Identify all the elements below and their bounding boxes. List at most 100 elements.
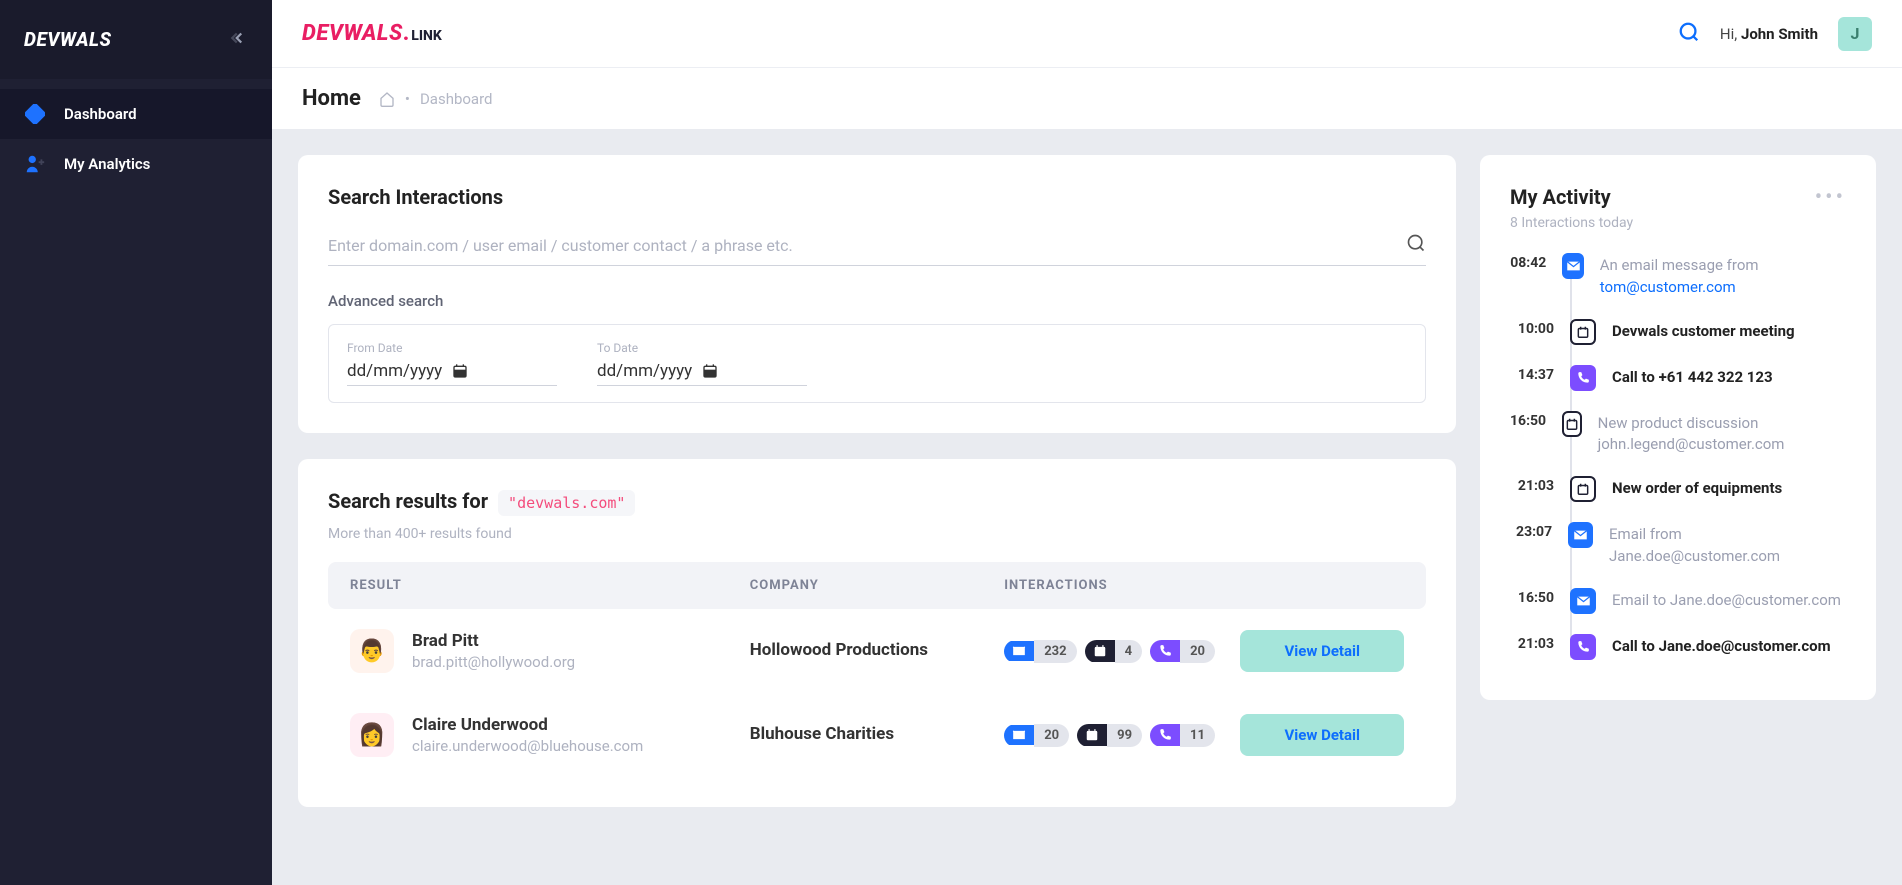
activity-time: 16:50 (1510, 411, 1546, 457)
meeting-count: 4 (1115, 640, 1142, 663)
phone-icon (1570, 365, 1596, 391)
activity-item[interactable]: 08:42 An email message from tom@customer… (1510, 243, 1846, 309)
col-interactions: INTERACTIONS (1004, 578, 1240, 593)
activity-subtitle: 8 Interactions today (1510, 215, 1633, 231)
interaction-badges: 20 99 11 (1004, 724, 1240, 747)
results-table-header: RESULT COMPANY INTERACTIONS (328, 562, 1426, 609)
sidebar-item-analytics[interactable]: My Analytics (0, 139, 272, 189)
collapse-sidebar-button[interactable] (230, 29, 248, 51)
activity-timeline: 08:42 An email message from tom@customer… (1510, 243, 1846, 670)
table-row: 👩 Claire Underwood claire.underwood@blue… (328, 693, 1426, 777)
view-detail-button[interactable]: View Detail (1240, 630, 1404, 672)
activity-text: Email to Jane.doe@customer.com (1612, 588, 1841, 614)
activity-item[interactable]: 14:37 Call to +61 442 322 123 (1510, 355, 1846, 401)
to-date-input[interactable]: dd/mm/yyyy (597, 361, 807, 386)
activity-card: My Activity 8 Interactions today ••• 08:… (1480, 155, 1876, 700)
brand-sub: LINK (411, 28, 442, 44)
email-icon (1570, 588, 1596, 614)
activity-text: New order of equipments (1612, 476, 1782, 502)
home-icon (379, 91, 395, 107)
brand-dot: . (403, 21, 410, 46)
company-name: Bluhouse Charities (750, 723, 1004, 747)
interaction-badges: 232 4 20 (1004, 640, 1240, 663)
email-count: 20 (1034, 724, 1069, 747)
results-subtitle: More than 400+ results found (328, 526, 1426, 542)
activity-item[interactable]: 10:00 Devwals customer meeting (1510, 309, 1846, 355)
sidebar-item-dashboard[interactable]: Dashboard (0, 89, 272, 139)
person-name: Claire Underwood (412, 715, 643, 735)
search-card: Search Interactions Advanced search From… (298, 155, 1456, 433)
to-date-label: To Date (597, 341, 807, 355)
activity-text: Call to +61 442 322 123 (1612, 365, 1773, 391)
call-count: 20 (1180, 640, 1215, 663)
col-result: RESULT (350, 578, 750, 593)
brand-main: DEVWALS (302, 21, 403, 46)
phone-icon (1570, 634, 1596, 660)
meeting-icon (1570, 319, 1596, 345)
user-menu-button[interactable]: J (1838, 17, 1872, 51)
col-company: COMPANY (750, 578, 1004, 593)
activity-item[interactable]: 21:03 Call to Jane.doe@customer.com (1510, 624, 1846, 670)
advanced-search-box: From Date dd/mm/yyyy To Date dd/mm/yyyy (328, 324, 1426, 403)
meeting-count: 99 (1107, 724, 1142, 747)
activity-text: New product discussion john.legend@custo… (1598, 411, 1846, 457)
activity-text: Call to Jane.doe@customer.com (1612, 634, 1831, 660)
table-row: 👨 Brad Pitt brad.pitt@hollywood.org Holl… (328, 609, 1426, 693)
sidebar-nav: Dashboard My Analytics (0, 79, 272, 199)
sidebar-logo: DEVWALS (24, 28, 111, 51)
activity-time: 21:03 (1510, 634, 1554, 660)
sidebar-item-label: My Analytics (64, 155, 150, 173)
results-query: "devwals.com" (498, 490, 635, 516)
calendar-icon (452, 363, 468, 379)
main: DEVWALS.LINK Hi, John Smith J Home • Das… (272, 0, 1902, 885)
from-date-input[interactable]: dd/mm/yyyy (347, 361, 557, 386)
search-input[interactable] (328, 236, 1390, 255)
calendar-icon (702, 363, 718, 379)
sidebar-item-label: Dashboard (64, 105, 137, 123)
breadcrumb-bar: Home • Dashboard (272, 68, 1902, 129)
call-count: 11 (1180, 724, 1215, 747)
activity-text: An email message from tom@customer.com (1600, 253, 1846, 299)
calendar-icon (1077, 724, 1107, 746)
company-name: Hollowood Productions (750, 639, 1004, 663)
topbar: DEVWALS.LINK Hi, John Smith J (272, 0, 1902, 68)
search-card-title: Search Interactions (328, 185, 1426, 209)
search-icon (1406, 233, 1426, 253)
brand: DEVWALS.LINK (302, 21, 442, 46)
email-count: 232 (1034, 640, 1076, 663)
phone-icon (1150, 640, 1180, 662)
search-icon (1678, 21, 1700, 43)
global-search-button[interactable] (1678, 21, 1700, 47)
activity-title: My Activity (1510, 185, 1633, 209)
activity-time: 21:03 (1510, 476, 1554, 502)
avatar: 👨 (350, 629, 394, 673)
advanced-search-label: Advanced search (328, 292, 1426, 310)
email-icon (1004, 725, 1034, 745)
avatar: 👩 (350, 713, 394, 757)
email-icon (1562, 253, 1583, 279)
user-name: John Smith (1741, 25, 1818, 43)
view-detail-button[interactable]: View Detail (1240, 714, 1404, 756)
activity-item[interactable]: 21:03 New order of equipments (1510, 466, 1846, 512)
meeting-icon (1562, 411, 1582, 437)
analytics-icon (24, 153, 46, 175)
page-title: Home (302, 86, 361, 111)
person-email: brad.pitt@hollywood.org (412, 653, 575, 671)
activity-time: 10:00 (1510, 319, 1554, 345)
from-date-label: From Date (347, 341, 557, 355)
activity-item[interactable]: 16:50 Email to Jane.doe@customer.com (1510, 578, 1846, 624)
activity-menu-button[interactable]: ••• (1815, 185, 1846, 210)
content: Search Interactions Advanced search From… (272, 129, 1902, 885)
activity-text: Devwals customer meeting (1612, 319, 1795, 345)
activity-time: 16:50 (1510, 588, 1554, 614)
activity-item[interactable]: 16:50 New product discussion john.legend… (1510, 401, 1846, 467)
activity-time: 14:37 (1510, 365, 1554, 391)
breadcrumb-current: Dashboard (420, 90, 493, 108)
greeting: Hi, John Smith (1720, 25, 1818, 43)
activity-item[interactable]: 23:07 Email from Jane.doe@customer.com (1510, 512, 1846, 578)
email-icon (1004, 641, 1034, 661)
sidebar-header: DEVWALS (0, 0, 272, 79)
phone-icon (1150, 724, 1180, 746)
search-submit-button[interactable] (1406, 233, 1426, 257)
person-name: Brad Pitt (412, 631, 575, 651)
